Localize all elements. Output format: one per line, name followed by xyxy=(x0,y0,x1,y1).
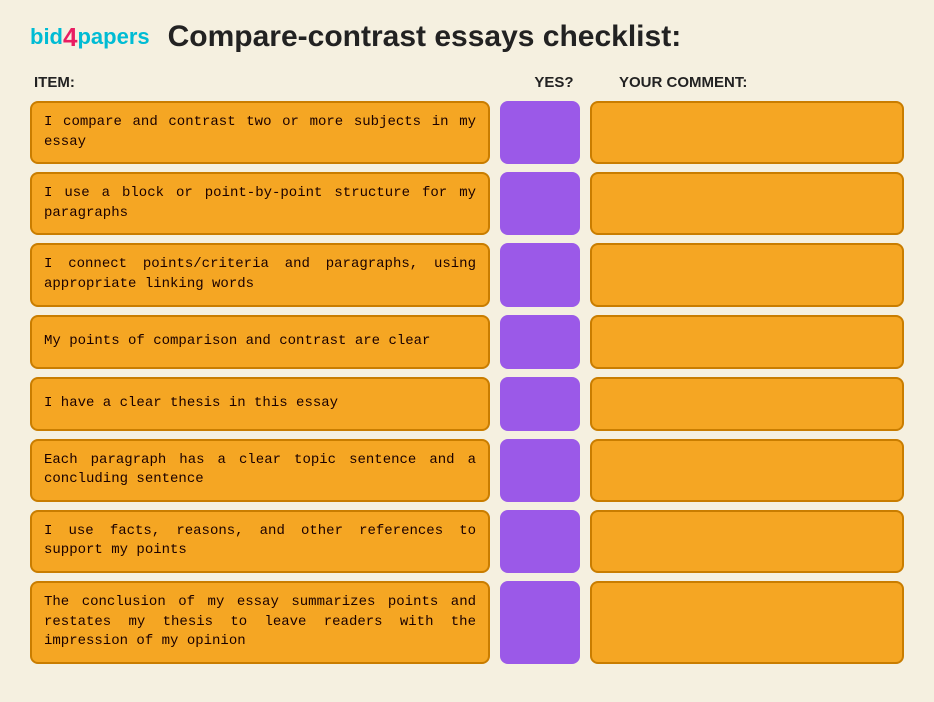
checklist-row: I compare and contrast two or more subje… xyxy=(30,101,904,164)
item-text-4: I have a clear thesis in this essay xyxy=(30,377,490,431)
yes-checkbox-4[interactable] xyxy=(500,377,580,431)
page-header: bid4papers Compare-contrast essays check… xyxy=(30,20,904,54)
col-yes-header: YES? xyxy=(504,74,604,91)
yes-checkbox-1[interactable] xyxy=(500,172,580,235)
checklist-row: I use a block or point-by-point structur… xyxy=(30,172,904,235)
item-text-1: I use a block or point-by-point structur… xyxy=(30,172,490,235)
yes-checkbox-2[interactable] xyxy=(500,243,580,306)
col-comment-header: YOUR COMMENT: xyxy=(604,74,900,91)
yes-checkbox-0[interactable] xyxy=(500,101,580,164)
comment-box-0[interactable] xyxy=(590,101,904,164)
logo: bid4papers xyxy=(30,22,150,53)
checklist-row: The conclusion of my essay summarizes po… xyxy=(30,581,904,664)
column-headers: ITEM: YES? YOUR COMMENT: xyxy=(30,74,904,91)
item-text-0: I compare and contrast two or more subje… xyxy=(30,101,490,164)
comment-box-6[interactable] xyxy=(590,510,904,573)
item-text-5: Each paragraph has a clear topic sentenc… xyxy=(30,439,490,502)
checklist-row: I use facts, reasons, and other referenc… xyxy=(30,510,904,573)
comment-box-5[interactable] xyxy=(590,439,904,502)
col-item-header: ITEM: xyxy=(34,74,504,91)
item-text-2: I connect points/criteria and paragraphs… xyxy=(30,243,490,306)
item-text-3: My points of comparison and contrast are… xyxy=(30,315,490,369)
yes-checkbox-6[interactable] xyxy=(500,510,580,573)
comment-box-7[interactable] xyxy=(590,581,904,664)
item-text-7: The conclusion of my essay summarizes po… xyxy=(30,581,490,664)
logo-4: 4 xyxy=(63,22,77,53)
item-text-6: I use facts, reasons, and other referenc… xyxy=(30,510,490,573)
checklist-row: My points of comparison and contrast are… xyxy=(30,315,904,369)
logo-bid: bid xyxy=(30,24,63,50)
yes-checkbox-5[interactable] xyxy=(500,439,580,502)
comment-box-2[interactable] xyxy=(590,243,904,306)
checklist: I compare and contrast two or more subje… xyxy=(30,101,904,664)
comment-box-1[interactable] xyxy=(590,172,904,235)
checklist-row: Each paragraph has a clear topic sentenc… xyxy=(30,439,904,502)
page-title: Compare-contrast essays checklist: xyxy=(168,20,682,54)
comment-box-3[interactable] xyxy=(590,315,904,369)
yes-checkbox-3[interactable] xyxy=(500,315,580,369)
checklist-row: I have a clear thesis in this essay xyxy=(30,377,904,431)
comment-box-4[interactable] xyxy=(590,377,904,431)
yes-checkbox-7[interactable] xyxy=(500,581,580,664)
logo-papers: papers xyxy=(77,24,149,50)
checklist-row: I connect points/criteria and paragraphs… xyxy=(30,243,904,306)
